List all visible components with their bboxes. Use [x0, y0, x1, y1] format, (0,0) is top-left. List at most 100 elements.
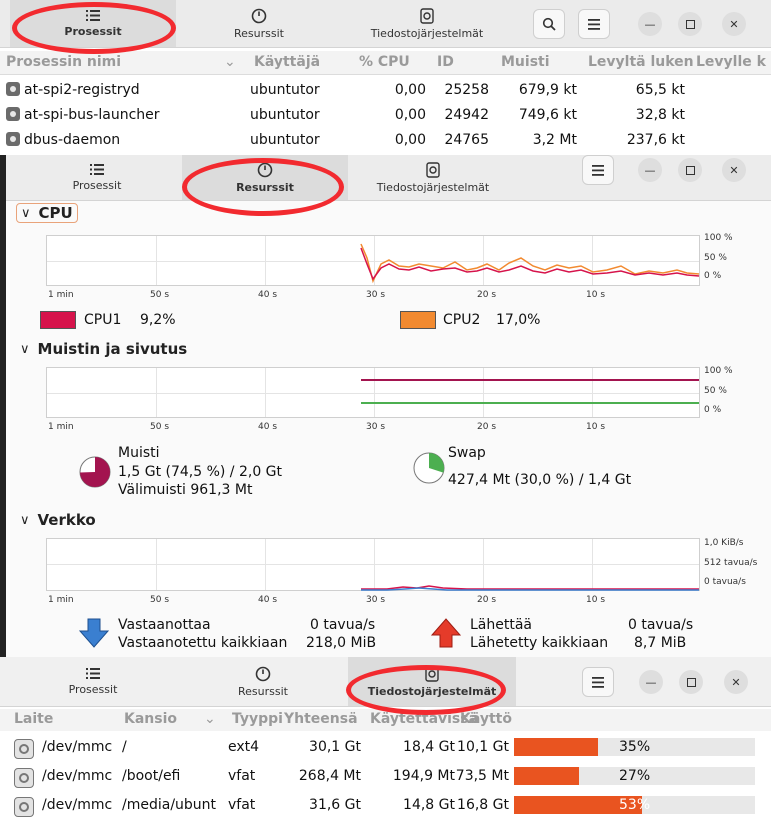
time-tick: 50 s	[150, 290, 170, 300]
usage-bar-fill	[514, 767, 580, 785]
fs-device: /dev/mmc	[42, 768, 113, 784]
menu-button[interactable]	[578, 9, 610, 39]
chevron-down-icon: ∨	[20, 512, 30, 528]
time-tick: 50 s	[150, 422, 170, 432]
process-name: dbus-daemon	[24, 132, 121, 148]
menu-button[interactable]	[582, 155, 614, 185]
time-tick: 40 s	[258, 422, 278, 432]
tab-filesystems[interactable]: Tiedostojärjestelmät	[342, 0, 512, 47]
column-header-disk-read[interactable]: Levyltä luken	[588, 54, 694, 70]
send-total-value: 8,7 MiB	[634, 635, 687, 651]
column-header-name[interactable]: Prosessin nimi	[6, 54, 121, 70]
fs-used: 73,5 Mt	[455, 768, 509, 784]
network-section-title: Verkko	[37, 511, 96, 529]
column-header-type[interactable]: Tyyppi	[232, 711, 283, 727]
fs-available: 18,4 Gt	[403, 739, 455, 755]
process-user: ubuntutor	[250, 107, 320, 123]
close-icon: ✕	[729, 17, 739, 31]
fs-folder: /	[122, 739, 127, 755]
processes-panel: Prosessit Resurssit Tiedostojärjestelmät…	[0, 0, 771, 155]
table-row[interactable]: /dev/mmc /boot/efi vfat 268,4 Mt 194,9 M…	[0, 763, 771, 791]
cpu2-history-line	[360, 243, 700, 284]
tab-processes[interactable]: Prosessit	[10, 657, 176, 706]
memory-section-toggle[interactable]: ∨ Muistin ja sivutus	[20, 340, 187, 358]
column-header-id[interactable]: ID	[437, 54, 454, 70]
tab-filesystems[interactable]: Tiedostojärjestelmät	[348, 657, 516, 706]
download-arrow-icon[interactable]	[78, 617, 110, 649]
cpu1-color-swatch[interactable]	[40, 311, 76, 329]
column-header-folder[interactable]: Kansio	[124, 711, 177, 727]
close-button[interactable]: ✕	[722, 158, 746, 182]
table-row[interactable]: /dev/mmc /media/ubunt vfat 31,6 Gt 14,8 …	[0, 792, 771, 820]
table-row[interactable]: /dev/mmc / ext4 30,1 Gt 18,4 Gt 10,1 Gt …	[0, 734, 771, 762]
column-header-usage[interactable]: Käyttö	[460, 711, 512, 727]
minimize-icon: —	[644, 17, 656, 31]
maximize-button[interactable]	[678, 158, 702, 182]
cpu-section-toggle[interactable]: ∨ CPU	[16, 203, 78, 223]
table-row[interactable]: dbus-daemon ubuntutor 0,00 24765 3,2 Mt …	[0, 128, 771, 153]
close-button[interactable]: ✕	[722, 12, 746, 36]
cpu2-color-swatch[interactable]	[400, 311, 436, 329]
swap-label: Swap	[448, 445, 486, 461]
fs-type: vfat	[228, 797, 256, 813]
column-header-memory[interactable]: Muisti	[501, 54, 550, 70]
drive-icon	[14, 739, 34, 759]
tab-resources[interactable]: Resurssit	[182, 155, 348, 200]
column-header-cpu[interactable]: % CPU	[359, 54, 410, 70]
menu-button[interactable]	[582, 667, 614, 697]
network-graph	[46, 538, 700, 591]
upload-arrow-icon[interactable]	[430, 617, 462, 649]
maximize-button[interactable]	[679, 670, 703, 694]
hamburger-menu-icon	[592, 164, 604, 176]
column-header-device[interactable]: Laite	[14, 711, 53, 727]
maximize-icon	[685, 165, 695, 175]
tab-resources[interactable]: Resurssit	[176, 0, 342, 47]
usage-bar-fill	[514, 738, 599, 756]
network-y-tick: 1,0 KiB/s	[704, 538, 744, 548]
tab-processes[interactable]: Prosessit	[14, 155, 180, 200]
receive-total-value: 218,0 MiB	[306, 635, 377, 651]
table-row[interactable]: at-spi2-registryd ubuntutor 0,00 25258 6…	[0, 78, 771, 103]
time-tick: 10 s	[586, 595, 606, 605]
cpu-y-tick: 50 %	[704, 253, 727, 263]
cpu-history-chart	[360, 243, 700, 284]
swap-pie-icon[interactable]	[412, 451, 446, 485]
memory-pie-icon[interactable]	[78, 455, 112, 489]
minimize-button[interactable]: —	[638, 158, 662, 182]
minimize-button[interactable]: —	[639, 670, 663, 694]
process-icon	[6, 82, 20, 96]
receive-total-label: Vastaanotettu kaikkiaan	[118, 635, 288, 651]
hamburger-menu-icon	[588, 18, 600, 30]
time-tick: 40 s	[258, 595, 278, 605]
process-icon	[6, 132, 20, 146]
process-cpu: 0,00	[394, 107, 426, 123]
process-memory: 3,2 Mt	[532, 132, 577, 148]
process-disk-read: 32,8 kt	[635, 107, 685, 123]
memory-section-title: Muistin ja sivutus	[37, 340, 188, 358]
table-row[interactable]: at-spi-bus-launcher ubuntutor 0,00 24942…	[0, 103, 771, 128]
tab-resources[interactable]: Resurssit	[180, 657, 346, 706]
sort-chevron-icon[interactable]: ⌄	[224, 54, 236, 70]
process-id: 24942	[444, 107, 489, 123]
network-section-toggle[interactable]: ∨ Verkko	[20, 511, 96, 529]
header-bar: Prosessit Resurssit Tiedostojärjestelmät…	[6, 155, 771, 201]
column-header-user[interactable]: Käyttäjä	[254, 54, 320, 70]
close-button[interactable]: ✕	[724, 670, 748, 694]
swap-usage-text: 427,4 Mt (30,0 %) / 1,4 Gt	[448, 472, 632, 488]
column-header-total[interactable]: Yhteensä	[284, 711, 358, 727]
search-button[interactable]	[533, 9, 565, 39]
network-y-tick: 512 tavua/s	[704, 558, 758, 568]
time-tick: 20 s	[477, 290, 497, 300]
time-tick: 50 s	[150, 595, 170, 605]
time-tick: 1 min	[48, 422, 74, 432]
drive-icon	[14, 768, 34, 788]
maximize-button[interactable]	[678, 12, 702, 36]
column-header-disk-write[interactable]: Levylle k	[696, 54, 766, 70]
tab-processes[interactable]: Prosessit	[10, 0, 176, 47]
gauge-icon	[257, 162, 273, 177]
sort-chevron-icon[interactable]: ⌄	[204, 711, 216, 727]
tab-filesystems[interactable]: Tiedostojärjestelmät	[348, 155, 518, 200]
minimize-button[interactable]: —	[638, 12, 662, 36]
tab-resources-label: Resurssit	[238, 684, 288, 698]
filesystems-panel: Prosessit Resurssit Tiedostojärjestelmät…	[0, 657, 771, 821]
